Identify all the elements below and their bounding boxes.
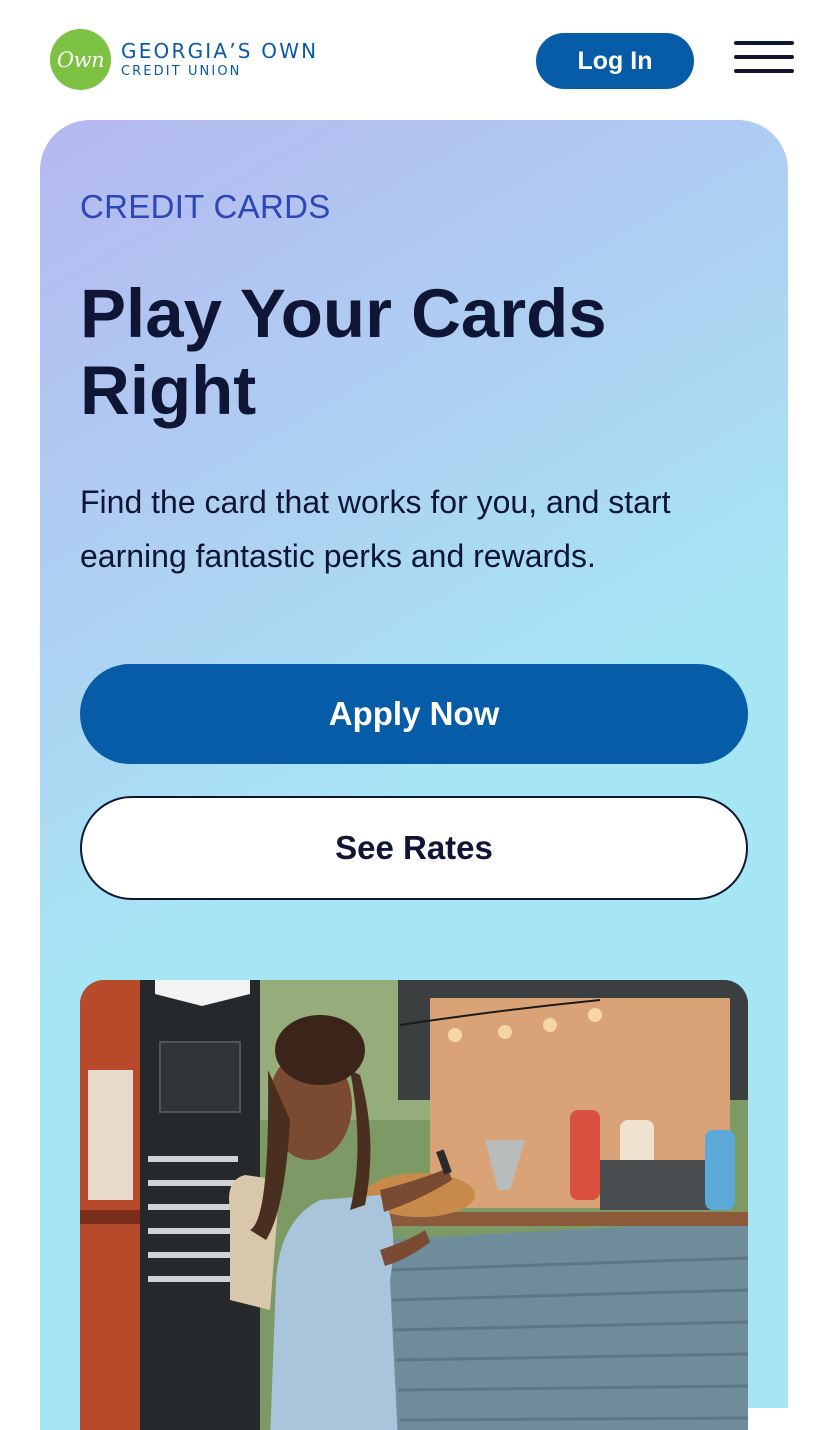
menu-bar [734, 41, 794, 45]
logo-line-2: CREDIT UNION [121, 64, 242, 79]
menu-bar [734, 55, 794, 59]
logo-own-badge: Own [50, 29, 111, 90]
apply-now-button[interactable]: Apply Now [80, 664, 748, 764]
hero-eyebrow: CREDIT CARDS [80, 188, 331, 225]
hamburger-menu-icon[interactable] [734, 41, 794, 77]
page-background-corner [748, 1408, 788, 1430]
see-rates-button[interactable]: See Rates [80, 796, 748, 900]
logo-line-1: GEORGIA’S OWN [121, 39, 319, 63]
hero-photo [80, 980, 748, 1430]
hero-title: Play Your Cards Right [80, 275, 607, 429]
hero-card: CREDIT CARDS Play Your Cards Right Find … [40, 120, 788, 1430]
menu-bar [734, 69, 794, 73]
site-header: Own GEORGIA’S OWN CREDIT UNION Log In [0, 0, 828, 120]
georgias-own-logo[interactable]: Own GEORGIA’S OWN CREDIT UNION [50, 29, 318, 90]
log-in-button[interactable]: Log In [536, 33, 694, 89]
hero-description: Find the card that works for you, and st… [80, 484, 671, 574]
logo-wordmark: GEORGIA’S OWN CREDIT UNION [121, 41, 318, 78]
